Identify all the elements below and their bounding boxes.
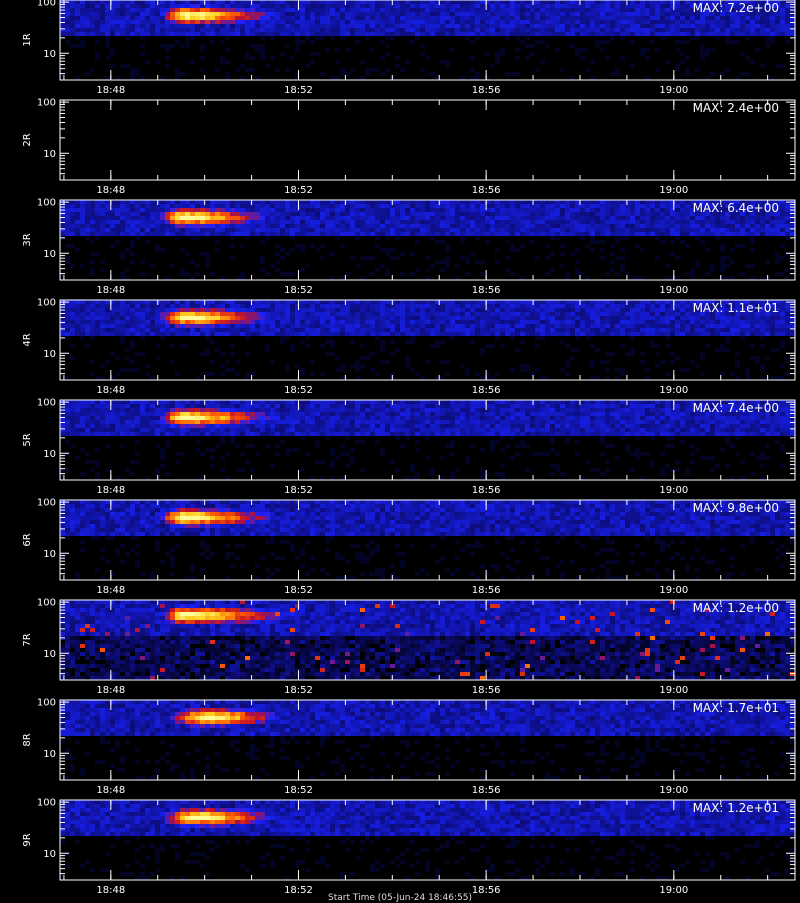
y-tick-label: 10	[43, 749, 56, 760]
x-tick-label: 18:48	[96, 85, 125, 96]
x-tick-label: 18:56	[472, 685, 501, 696]
x-tick-label: 18:48	[96, 785, 125, 796]
y-tick-label: 100	[37, 298, 56, 309]
y-tick-label: 100	[37, 798, 56, 809]
x-tick-label: 18:56	[472, 585, 501, 596]
spectrogram-plot-9r: 101009R18:4818:5218:5619:00MAX: 1.2e+01	[0, 799, 800, 899]
spectrogram-stack: 101001R18:4818:5218:5619:00MAX: 7.2e+001…	[0, 0, 800, 900]
max-label: MAX: 9.8e+00	[693, 501, 779, 515]
x-tick-label: 18:52	[284, 285, 313, 296]
spectrogram-plot-4r: 10 100 4R 18:48 18:52 18:56 19:00 MAX: 1.1e+01	[0, 299, 800, 399]
x-tick-label: 18:48	[96, 485, 125, 496]
panel-label: 1R	[22, 33, 33, 46]
y-tick-label: 10	[43, 149, 56, 160]
panel-label: 4R	[22, 333, 33, 346]
spectrogram-panel-6r: 10 100 6R 18:48 18:52 18:56 19:00 MAX: 9.8e+00	[0, 499, 800, 599]
y-tick-label: 100	[37, 98, 56, 109]
x-tick-label: 19:00	[659, 785, 688, 796]
spectrogram-panel-8r: 10 100 8R 18:48 18:52 18:56 19:00 MAX: 1.7e+01	[0, 699, 800, 799]
spectrogram-panel-1r: 10 100 1R 18:48 18:52 18:56 19:00 MAX: 7.2e+00	[0, 0, 800, 99]
spectrogram-panel-9r: 101009R18:4818:5218:5619:00MAX: 1.2e+01	[0, 799, 800, 899]
spectrogram-panel-2r: 10 100 2R 18:48 18:52 18:56 19:00 MAX: 2.4e+00	[0, 99, 800, 199]
max-label: MAX: 1.1e+01	[693, 301, 779, 315]
x-tick-label: 19:00	[659, 285, 688, 296]
x-tick-label: 18:52	[284, 185, 313, 196]
x-tick-label: 18:52	[284, 785, 313, 796]
x-tick-label: 18:52	[284, 385, 313, 396]
spectrogram-panel-3r: 10 100 3R 18:48 18:52 18:56 19:00 MAX: 6.4e+00	[0, 199, 800, 299]
spectrogram-plot-5r: 10 100 5R 18:48 18:52 18:56 19:00 MAX: 7.4e+00	[0, 399, 800, 499]
y-tick-label: 10	[43, 649, 56, 660]
x-tick-label: 18:48	[96, 685, 125, 696]
panel-label: 7R	[22, 633, 33, 646]
x-tick-label: 18:48	[96, 585, 125, 596]
y-tick-label: 10	[43, 549, 56, 560]
panel-label: 6R	[22, 533, 33, 546]
spectrogram-plot-2r: 10 100 2R 18:48 18:52 18:56 19:00 MAX: 2.4e+00	[0, 99, 800, 199]
max-label: MAX: 1.2e+00	[693, 601, 779, 615]
y-tick-label: 10	[43, 349, 56, 360]
x-axis-title: Start Time (05-Jun-24 18:46:55)	[0, 893, 800, 903]
x-tick-label: 18:52	[284, 685, 313, 696]
x-tick-label: 19:00	[659, 85, 688, 96]
y-tick-label: 100	[37, 398, 56, 409]
x-tick-label: 18:52	[284, 585, 313, 596]
plot-background	[60, 100, 795, 180]
panel-label: 8R	[22, 733, 33, 746]
x-tick-label: 18:56	[472, 385, 501, 396]
x-tick-label: 18:56	[472, 185, 501, 196]
y-tick-label: 100	[37, 198, 56, 209]
spectrogram-panel-7r: 10 100 7R 18:48 18:52 18:56 19:00 MAX: 1.2e+00	[0, 599, 800, 699]
x-tick-label: 18:56	[472, 785, 501, 796]
max-label: MAX: 1.7e+01	[693, 701, 779, 715]
spectrogram-plot-8r: 10 100 8R 18:48 18:52 18:56 19:00 MAX: 1.7e+01	[0, 699, 800, 799]
max-label: MAX: 7.2e+00	[693, 1, 779, 15]
panel-label: 2R	[22, 133, 33, 146]
max-label: MAX: 1.2e+01	[693, 801, 779, 815]
spectrogram-plot-6r: 10 100 6R 18:48 18:52 18:56 19:00 MAX: 9.8e+00	[0, 499, 800, 599]
y-tick-label: 100	[37, 698, 56, 709]
y-tick-label: 10	[43, 249, 56, 260]
x-tick-label: 19:00	[659, 585, 688, 596]
x-tick-label: 18:56	[472, 285, 501, 296]
y-tick-label: 10	[43, 849, 56, 860]
panel-label: 5R	[22, 433, 33, 446]
max-label: MAX: 7.4e+00	[693, 401, 779, 415]
y-tick-label: 100	[37, 0, 56, 9]
x-tick-label: 18:48	[96, 385, 125, 396]
y-tick-label: 10	[43, 49, 56, 60]
spectrogram-plot-1r: 10 100 1R 18:48 18:52 18:56 19:00 MAX: 7.2e+00	[0, 0, 800, 99]
x-tick-label: 19:00	[659, 385, 688, 396]
spectrogram-panel-5r: 10 100 5R 18:48 18:52 18:56 19:00 MAX: 7.4e+00	[0, 399, 800, 499]
max-label: MAX: 6.4e+00	[693, 201, 779, 215]
heatmap-cells	[60, 600, 795, 680]
x-tick-label: 19:00	[659, 485, 688, 496]
spectrogram-plot-3r: 10 100 3R 18:48 18:52 18:56 19:00 MAX: 6.4e+00	[0, 199, 800, 299]
x-tick-label: 18:52	[284, 85, 313, 96]
y-tick-label: 100	[37, 598, 56, 609]
x-tick-label: 18:52	[284, 485, 313, 496]
max-label: MAX: 2.4e+00	[693, 101, 779, 115]
panel-label: 9R	[22, 833, 33, 846]
panel-label: 3R	[22, 233, 33, 246]
x-tick-label: 18:56	[472, 85, 501, 96]
x-tick-label: 19:00	[659, 685, 688, 696]
x-tick-label: 18:56	[472, 485, 501, 496]
x-tick-label: 18:48	[96, 285, 125, 296]
y-tick-label: 10	[43, 449, 56, 460]
spectrogram-plot-7r: 10 100 7R 18:48 18:52 18:56 19:00 MAX: 1.2e+00	[0, 599, 800, 699]
x-tick-label: 19:00	[659, 185, 688, 196]
spectrogram-panel-4r: 10 100 4R 18:48 18:52 18:56 19:00 MAX: 1.1e+01	[0, 299, 800, 399]
x-tick-label: 18:48	[96, 185, 125, 196]
y-tick-label: 100	[37, 498, 56, 509]
